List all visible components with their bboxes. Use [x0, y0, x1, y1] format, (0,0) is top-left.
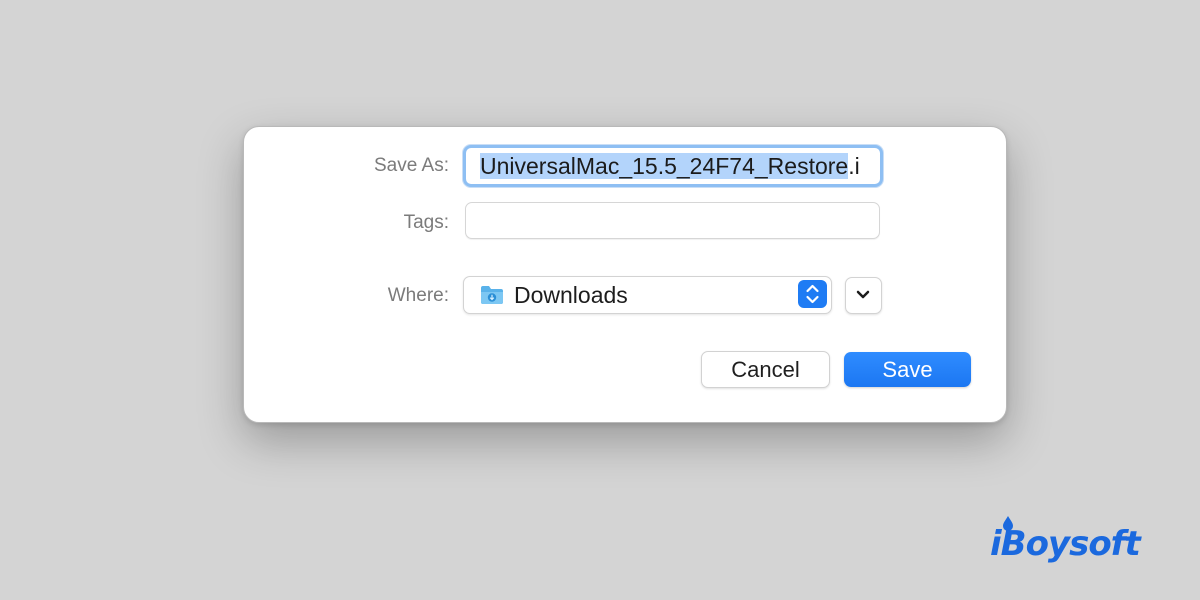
- file-name-text: UniversalMac_15.5_24F74_Restore.i: [480, 153, 860, 180]
- file-name-extension: .i: [848, 153, 860, 179]
- chevron-down-icon: [856, 290, 870, 299]
- file-name-selection: UniversalMac_15.5_24F74_Restore: [480, 153, 849, 179]
- folder-icon: [481, 286, 503, 304]
- save-dialog: Save As: UniversalMac_15.5_24F74_Restore…: [243, 126, 1007, 423]
- tags-input[interactable]: [465, 202, 880, 239]
- iboysoft-logo: iBoysoft: [990, 514, 1160, 574]
- screen-background: Save As: UniversalMac_15.5_24F74_Restore…: [0, 0, 1200, 600]
- expand-button[interactable]: [845, 277, 882, 314]
- where-label: Where:: [387, 285, 449, 306]
- cancel-button[interactable]: Cancel: [701, 351, 830, 388]
- save-as-label: Save As:: [374, 155, 449, 176]
- tags-label: Tags:: [403, 212, 449, 233]
- where-selected-value: Downloads: [514, 282, 628, 308]
- up-down-chevron-icon[interactable]: [798, 280, 827, 308]
- where-dropdown[interactable]: Downloads: [463, 276, 832, 314]
- save-button[interactable]: Save: [844, 352, 971, 387]
- brand-text: iBoysoft: [990, 524, 1141, 564]
- file-name-input[interactable]: UniversalMac_15.5_24F74_Restore.i: [463, 145, 883, 187]
